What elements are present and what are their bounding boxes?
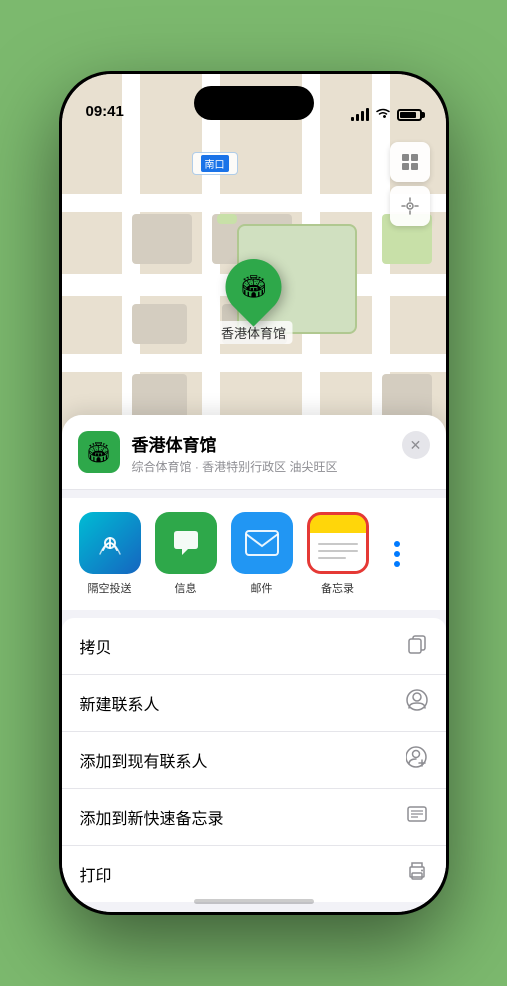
share-item-notes[interactable]: 备忘录 (306, 512, 370, 596)
location-button[interactable] (390, 186, 430, 226)
print-icon (406, 860, 428, 888)
venue-subtitle: 综合体育馆 · 香港特别行政区 油尖旺区 (132, 458, 390, 475)
action-add-quick-note[interactable]: 添加到新快速备忘录 (62, 789, 446, 846)
mail-icon (231, 512, 293, 574)
new-contact-icon (406, 689, 428, 717)
action-new-contact[interactable]: 新建联系人 (62, 675, 446, 732)
signal-icon (351, 108, 369, 121)
action-list: 拷贝 新建联系人 (62, 618, 446, 902)
action-add-existing-contact[interactable]: 添加到现有联系人 (62, 732, 446, 789)
share-row: 隔空投送 信息 (62, 498, 446, 610)
stadium-marker: 🏟 香港体育馆 (215, 259, 292, 344)
share-more[interactable] (382, 512, 412, 596)
airdrop-icon (79, 512, 141, 574)
action-print-label: 打印 (80, 862, 112, 886)
bottom-sheet: 🏟 香港体育馆 综合体育馆 · 香港特别行政区 油尖旺区 ✕ (62, 415, 446, 912)
venue-header: 🏟 香港体育馆 综合体育馆 · 香港特别行政区 油尖旺区 ✕ (62, 415, 446, 490)
quick-note-icon (406, 803, 428, 831)
status-time: 09:41 (86, 103, 124, 122)
venue-info: 香港体育馆 综合体育馆 · 香港特别行政区 油尖旺区 (132, 431, 390, 475)
share-airdrop-label: 隔空投送 (88, 580, 132, 596)
share-notes-label: 备忘录 (321, 580, 354, 596)
share-item-mail[interactable]: 邮件 (230, 512, 294, 596)
venue-icon: 🏟 (78, 431, 120, 473)
action-add-existing-label: 添加到现有联系人 (80, 748, 208, 772)
map-location-label: 南口 (192, 152, 238, 175)
messages-icon (155, 512, 217, 574)
notes-icon (307, 512, 369, 574)
share-item-airdrop[interactable]: 隔空投送 (78, 512, 142, 596)
venue-name: 香港体育馆 (132, 431, 390, 456)
dynamic-island (194, 86, 314, 120)
action-new-contact-label: 新建联系人 (80, 691, 160, 715)
action-print[interactable]: 打印 (62, 846, 446, 902)
action-copy[interactable]: 拷贝 (62, 618, 446, 675)
add-existing-contact-icon (406, 746, 428, 774)
status-icons (351, 107, 422, 122)
wifi-icon (375, 107, 391, 122)
battery-icon (397, 109, 422, 121)
map-controls (390, 142, 430, 230)
home-indicator (194, 899, 314, 904)
share-item-messages[interactable]: 信息 (154, 512, 218, 596)
copy-icon (406, 632, 428, 660)
share-mail-label: 邮件 (251, 580, 273, 596)
more-dots-icon (394, 541, 400, 567)
action-copy-label: 拷贝 (80, 634, 112, 658)
share-messages-label: 信息 (175, 580, 197, 596)
phone-screen: 09:41 (62, 74, 446, 912)
action-quick-note-label: 添加到新快速备忘录 (80, 805, 224, 829)
close-button[interactable]: ✕ (402, 431, 430, 459)
phone-frame: 09:41 (59, 71, 449, 915)
map-type-button[interactable] (390, 142, 430, 182)
